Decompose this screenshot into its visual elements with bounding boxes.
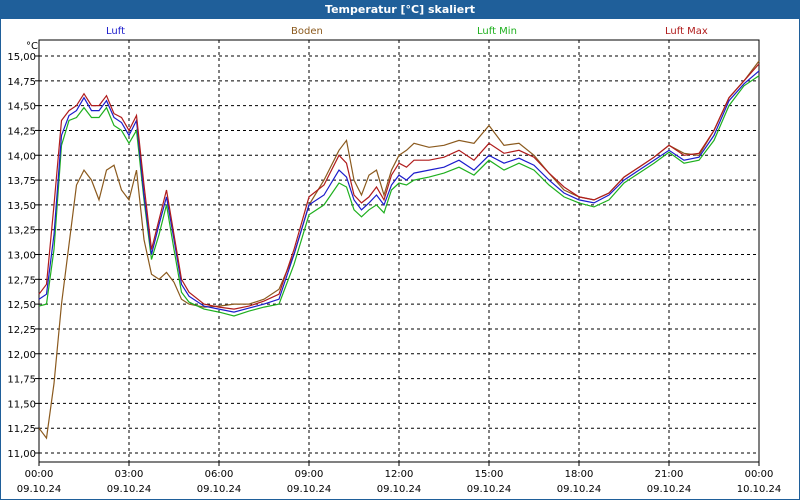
y-tick-label: 15,00 bbox=[7, 52, 36, 63]
y-tick-label: 12,00 bbox=[7, 350, 36, 361]
y-tick-label: 12,25 bbox=[7, 325, 36, 336]
x-tick-date: 09.10.24 bbox=[107, 484, 152, 495]
x-tick-date: 09.10.24 bbox=[647, 484, 692, 495]
x-tick-time: 15:00 bbox=[475, 469, 504, 480]
x-tick-date: 09.10.24 bbox=[377, 484, 422, 495]
x-tick-date: 09.10.24 bbox=[287, 484, 332, 495]
x-tick-time: 09:00 bbox=[295, 469, 324, 480]
y-tick-label: 14,00 bbox=[7, 151, 36, 162]
series-line-boden bbox=[38, 60, 760, 440]
y-tick-label: 14,50 bbox=[7, 102, 36, 113]
x-tick-date: 09.10.24 bbox=[557, 484, 602, 495]
y-tick-label: 13,00 bbox=[7, 251, 36, 262]
x-tick-time: 03:00 bbox=[115, 469, 144, 480]
series-line-luft-min bbox=[38, 75, 760, 317]
y-tick-label: 14,25 bbox=[7, 126, 36, 137]
x-tick-date: 09.10.24 bbox=[17, 484, 62, 495]
y-tick-label: 12,75 bbox=[7, 275, 36, 286]
x-tick-time: 06:00 bbox=[205, 469, 234, 480]
x-tick-time: 12:00 bbox=[385, 469, 414, 480]
y-tick-label: 11,75 bbox=[7, 375, 36, 386]
y-tick-label: 13,75 bbox=[7, 176, 36, 187]
x-tick-time: 00:00 bbox=[745, 469, 774, 480]
y-axis-unit-label: °C bbox=[26, 41, 38, 52]
x-tick-time: 00:00 bbox=[25, 469, 54, 480]
x-tick-date: 09.10.24 bbox=[467, 484, 512, 495]
y-axis-ticks: 15,00 14,75 14,50 14,25 14,00 13,75 13,50 13,25… bbox=[7, 52, 39, 460]
y-tick-label: 11,25 bbox=[7, 424, 36, 435]
temperature-chart: °C 15,00 14,75 14,50 14,25 14,00 13,75 13,50 13… bbox=[7, 39, 782, 495]
y-tick-label: 14,75 bbox=[7, 77, 36, 88]
x-tick-date: 09.10.24 bbox=[197, 484, 242, 495]
y-tick-label: 13,50 bbox=[7, 201, 36, 212]
x-tick-date: 10.10.24 bbox=[737, 484, 782, 495]
y-tick-label: 12,50 bbox=[7, 300, 36, 311]
y-tick-label: 13,25 bbox=[7, 226, 36, 237]
y-tick-label: 11,50 bbox=[7, 399, 36, 410]
x-axis-ticks: 00:00 09.10.24 03:00 09.10.24 06:00 09.10.24 0… bbox=[17, 462, 782, 495]
x-tick-time: 21:00 bbox=[655, 469, 684, 480]
series-lines bbox=[38, 60, 760, 440]
x-tick-time: 18:00 bbox=[565, 469, 594, 480]
y-tick-label: 11,00 bbox=[7, 449, 36, 460]
